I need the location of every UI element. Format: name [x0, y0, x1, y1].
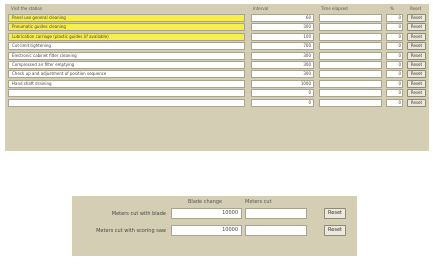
- table-row: Check up and adjustment of position sequ…: [5, 70, 429, 79]
- table-row: Pneumatic guides cleaning 300 0 Reset: [5, 23, 429, 32]
- table-row: 0 0 Reset: [5, 89, 429, 98]
- percent-field: 0: [386, 51, 403, 60]
- time-elapsed-field[interactable]: [319, 14, 382, 22]
- task-cell[interactable]: Electronic cabinet filter cleaning: [8, 51, 245, 60]
- task-cell[interactable]: Panel use general cleaning: [8, 14, 245, 22]
- table-row: Compressed air filter emptying 300 0 Reset: [5, 61, 429, 70]
- table-row: Electronic cabinet filter cleaning 300 0 Re…: [5, 51, 429, 61]
- task-cell[interactable]: Compressed air filter emptying: [8, 61, 245, 69]
- interval-field[interactable]: 1000: [251, 79, 314, 88]
- header-reset: Reset: [410, 6, 422, 11]
- task-cell[interactable]: Cut-limit tightening: [8, 42, 245, 51]
- blade-change-value-scoring-saw[interactable]: 10000: [171, 225, 242, 236]
- header-task: Visit the station: [11, 6, 43, 11]
- interval-field[interactable]: 60: [251, 14, 314, 22]
- meters-cut-field-scoring-saw[interactable]: [245, 225, 307, 236]
- time-elapsed-field[interactable]: [319, 42, 382, 51]
- reset-button[interactable]: Reset: [407, 89, 426, 98]
- reset-button[interactable]: Reset: [407, 23, 426, 32]
- reset-button-scoring-saw[interactable]: Reset: [324, 225, 346, 236]
- task-cell[interactable]: Pneumatic guides cleaning: [8, 23, 245, 32]
- maintenance-table-panel: Visit the station Interval Time elapsed …: [5, 4, 429, 151]
- percent-field: 0: [386, 70, 403, 79]
- percent-field: 0: [386, 14, 403, 22]
- reset-button[interactable]: Reset: [407, 14, 426, 22]
- reset-button[interactable]: Reset: [407, 42, 426, 51]
- time-elapsed-field[interactable]: [319, 98, 382, 107]
- time-elapsed-field[interactable]: [319, 51, 382, 60]
- reset-button[interactable]: Reset: [407, 32, 426, 41]
- task-cell[interactable]: Check up and adjustment of position sequ…: [8, 70, 245, 79]
- header-meters-cut: Meters cut: [245, 199, 272, 205]
- percent-field: 0: [386, 98, 403, 107]
- time-elapsed-field[interactable]: [319, 89, 382, 98]
- interval-field[interactable]: 300: [251, 61, 314, 69]
- time-elapsed-field[interactable]: [319, 23, 382, 32]
- table-row: Panel use general cleaning 60 0 Reset: [5, 14, 429, 23]
- reset-button-blade[interactable]: Reset: [324, 208, 346, 219]
- header-time-elapsed: Time elapsed: [321, 6, 348, 11]
- task-cell[interactable]: [8, 89, 245, 98]
- blade-change-value-blade[interactable]: 10000: [171, 208, 242, 219]
- label-meters-cut-scoring-saw: Meters cut with scoring saw: [96, 228, 166, 234]
- header-interval: Interval: [253, 6, 269, 11]
- time-elapsed-field[interactable]: [319, 70, 382, 79]
- table-row: Hand shaft draining 1000 0 Reset: [5, 79, 429, 89]
- reset-button[interactable]: Reset: [407, 51, 426, 60]
- task-cell[interactable]: Lubrication carriage (plastic guides (if…: [8, 32, 245, 41]
- reset-button[interactable]: Reset: [407, 61, 426, 69]
- task-cell[interactable]: Hand shaft draining: [8, 79, 245, 88]
- interval-field[interactable]: 100: [251, 32, 314, 41]
- percent-field: 0: [386, 32, 403, 41]
- time-elapsed-field[interactable]: [319, 32, 382, 41]
- time-elapsed-field[interactable]: [319, 79, 382, 88]
- interval-field[interactable]: 300: [251, 23, 314, 32]
- interval-field[interactable]: 0: [251, 89, 314, 98]
- reset-button[interactable]: Reset: [407, 98, 426, 107]
- percent-field: 0: [386, 79, 403, 88]
- meters-cut-field-blade[interactable]: [245, 208, 307, 219]
- time-elapsed-field[interactable]: [319, 61, 382, 69]
- percent-field: 0: [386, 42, 403, 51]
- table-row: Cut-limit tightening 700 0 Reset: [5, 42, 429, 51]
- header-blade-change: Blade change: [188, 199, 223, 205]
- label-meters-cut-blade: Meters cut with blade: [111, 211, 166, 217]
- interval-field[interactable]: 300: [251, 51, 314, 60]
- interval-field[interactable]: 300: [251, 70, 314, 79]
- percent-field: 0: [386, 61, 403, 69]
- percent-field: 0: [386, 89, 403, 98]
- header-percent: %: [390, 6, 394, 11]
- percent-field: 0: [386, 23, 403, 32]
- reset-button[interactable]: Reset: [407, 70, 426, 79]
- reset-button[interactable]: Reset: [407, 79, 426, 88]
- interval-field[interactable]: 700: [251, 42, 314, 51]
- table-row: 0 0 Reset: [5, 98, 429, 108]
- task-cell[interactable]: [8, 98, 245, 107]
- interval-field[interactable]: 0: [251, 98, 314, 107]
- blade-change-panel: Blade change Meters cut Meters cut with …: [72, 196, 357, 256]
- table-row: Lubrication carriage (plastic guides (if…: [5, 32, 429, 42]
